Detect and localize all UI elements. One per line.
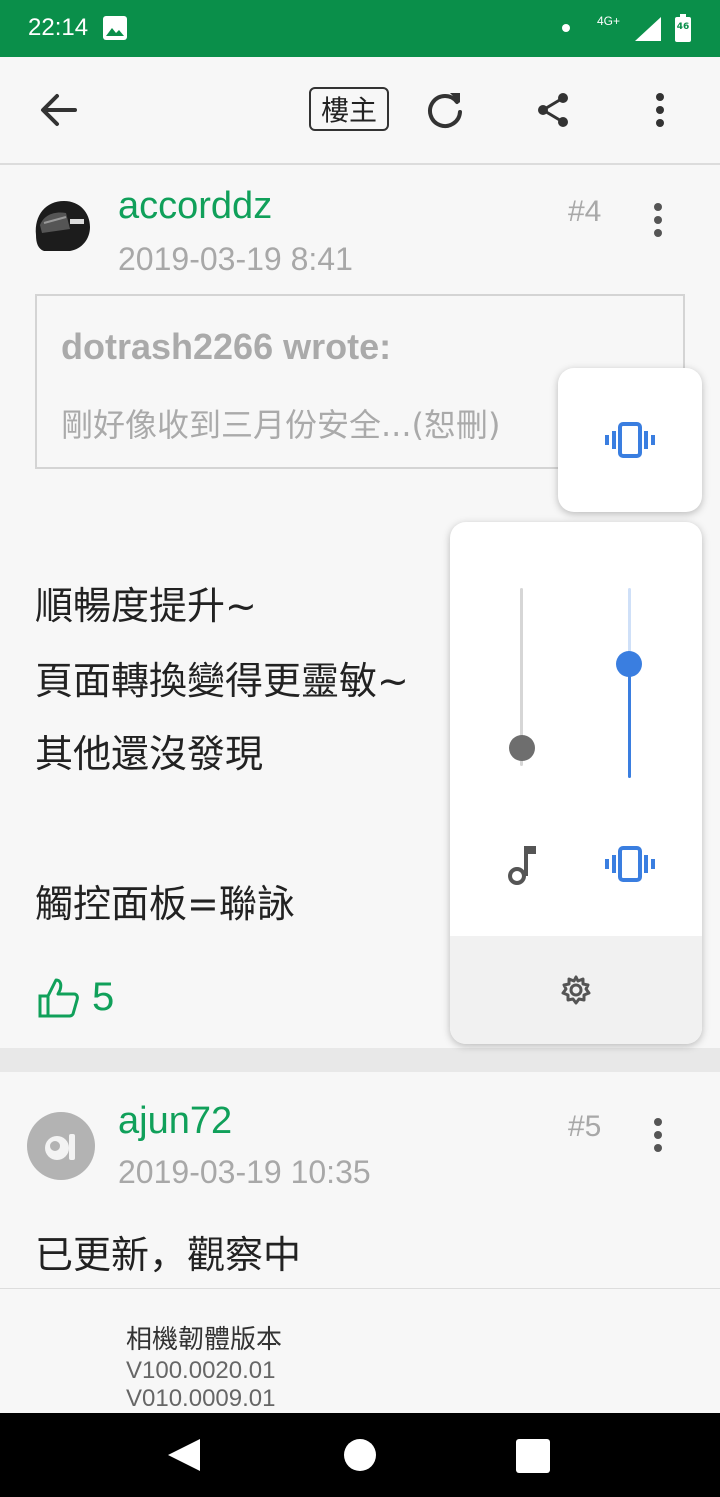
status-time: 22:14: [28, 14, 89, 41]
notification-dot-icon: [562, 24, 570, 32]
back-button[interactable]: [34, 85, 84, 135]
navigation-bar: [0, 1413, 720, 1497]
refresh-icon: [428, 93, 462, 129]
status-bar: 22:14 4G+ 46: [0, 0, 720, 57]
toolbar: 樓主: [0, 57, 720, 165]
author-only-button[interactable]: 樓主: [309, 87, 389, 131]
quote-author: dotrash2266 wrote:: [61, 326, 392, 367]
floor-number: #4: [568, 195, 602, 228]
post-body-line: 頁面轉換變得更靈敏~: [35, 659, 409, 703]
post-5: ajun72 2019-03-19 10:35 #5 已更新，觀察中: [0, 1072, 720, 1288]
recents-nav-icon[interactable]: [516, 1439, 550, 1473]
more-vert-icon: [656, 93, 664, 127]
home-nav-icon[interactable]: [344, 1439, 376, 1471]
share-icon: [538, 93, 568, 127]
quote-text: 剛好像收到三月份安全...(恕刪): [61, 406, 501, 444]
more-options-button[interactable]: [640, 85, 680, 135]
media-volume-thumb[interactable]: [509, 735, 535, 762]
volume-settings-button[interactable]: [450, 936, 702, 1044]
post-body-line: 已更新，觀察中: [35, 1233, 302, 1277]
network-type: 4G+: [597, 14, 621, 28]
floor-number: #5: [568, 1110, 602, 1143]
avatar[interactable]: [27, 1112, 95, 1180]
refresh-button[interactable]: [420, 85, 470, 135]
back-arrow-icon: [41, 94, 77, 126]
attachment-line: V100.0020.01: [126, 1357, 276, 1384]
post-date: 2019-03-19 10:35: [118, 1154, 371, 1190]
post-divider: [0, 1048, 720, 1072]
share-button[interactable]: [528, 85, 578, 135]
image-icon: [103, 16, 127, 40]
volume-panel: [450, 522, 702, 1044]
username[interactable]: accorddz: [118, 185, 272, 228]
attachment-title: 相機韌體版本: [126, 1325, 283, 1355]
like-button[interactable]: 5: [36, 975, 114, 1020]
post-date: 2019-03-19 8:41: [118, 241, 353, 277]
like-count: 5: [92, 975, 115, 1019]
username[interactable]: ajun72: [118, 1100, 232, 1143]
thumbs-up-icon: [38, 978, 79, 1017]
avatar[interactable]: [30, 195, 92, 257]
music-note-icon[interactable]: [508, 842, 538, 886]
ring-volume-thumb[interactable]: [616, 651, 642, 677]
post-body-line: 順暢度提升~: [35, 584, 257, 628]
attachment-card: 相機韌體版本 V100.0020.01 V010.0009.01: [0, 1288, 720, 1414]
vibrate-icon[interactable]: [604, 846, 656, 882]
post-body-line: 觸控面板=聯詠: [35, 882, 295, 926]
helmet-avatar-icon: [35, 201, 90, 251]
post-body-line: 其他還沒發現: [35, 732, 264, 776]
signal-icon: [635, 17, 661, 41]
back-nav-icon[interactable]: [166, 1437, 202, 1473]
vibrate-icon: [605, 422, 655, 458]
attachment-line: V010.0009.01: [126, 1385, 276, 1412]
post-menu-button[interactable]: [654, 1118, 662, 1157]
battery-level: 46: [676, 22, 690, 32]
ring-volume-fill: [628, 664, 631, 778]
post-menu-button[interactable]: [654, 203, 662, 242]
default-avatar-icon: [45, 1134, 75, 1160]
ringer-mode-button[interactable]: [558, 368, 702, 512]
settings-gear-icon: [561, 975, 591, 1005]
